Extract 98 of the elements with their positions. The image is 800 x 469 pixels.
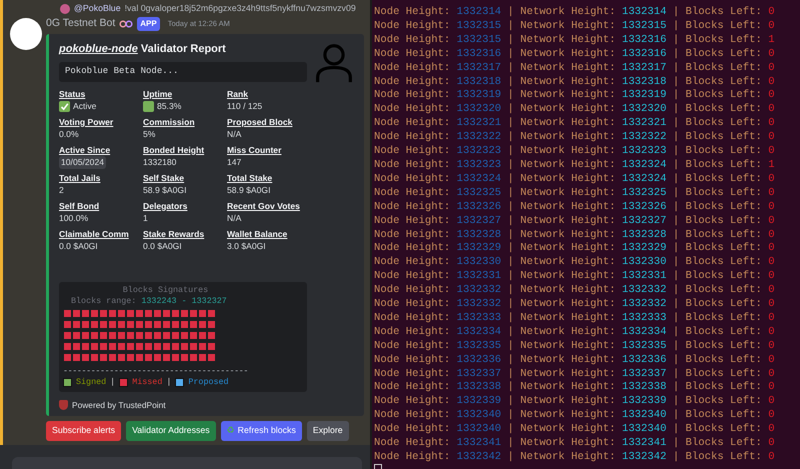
field-value: 100.0% [59, 212, 88, 226]
field-label: Commission [143, 116, 196, 128]
terminal-line: Node Height: 1332317 | Network Height: 1332317 | Blocks Left: 0 [374, 62, 776, 76]
action-button[interactable]: ♻ Refresh blocks [220, 421, 302, 441]
field-value: 147 [227, 156, 242, 170]
terminal-line: Node Height: 1332318 | Network Height: 1332318 | Blocks Left: 0 [374, 76, 776, 89]
square-icon [143, 101, 154, 112]
field-label: Miss Counter [227, 144, 282, 156]
terminal-line: Node Height: 1332332 | Network Height: 1332332 | Blocks Left: 0 [374, 298, 776, 312]
field-value: 0.0% [59, 128, 79, 142]
terminal-line: Node Height: 1332319 | Network Height: 1332319 | Blocks Left: 0 [374, 89, 776, 103]
terminal-line: Node Height: 1332336 | Network Height: 1332336 | Blocks Left: 0 [374, 354, 776, 368]
terminal-line: Node Height: 1332331 | Network Height: 1332331 | Blocks Left: 0 [374, 270, 776, 284]
field-label: Bonded Height [143, 144, 206, 156]
field-label: Active Since [59, 144, 112, 156]
action-button[interactable]: Validator Addresses [126, 421, 216, 441]
field-value: 0.0 $A0GI [143, 240, 182, 254]
author-name[interactable]: 0G Testnet Bot [46, 16, 116, 32]
terminal-line: Node Height: 1332323 | Network Height: 1332323 | Blocks Left: 0 [374, 145, 776, 159]
terminal-line: Node Height: 1332334 | Network Height: 1332334 | Blocks Left: 0 [374, 326, 776, 340]
field-label: Rank [227, 88, 250, 100]
field-label: Wallet Balance [227, 228, 288, 240]
field-value: N/A [227, 128, 242, 142]
field-label: Status [59, 88, 86, 100]
field-label: Claimable Comm [59, 228, 130, 240]
terminal-line: Node Height: 1332315 | Network Height: 1332316 | Blocks Left: 1 [374, 34, 776, 48]
signatures-title: Blocks Signatures [122, 284, 210, 296]
terminal-line: Node Height: 1332323 | Network Height: 1332324 | Blocks Left: 1 [374, 158, 776, 173]
field-value: 1332180 [143, 156, 176, 170]
terminal-line: Node Height: 1332326 | Network Height: 1332326 | Blocks Left: 0 [374, 200, 776, 215]
action-button[interactable]: Subscribe alerts [46, 421, 122, 441]
avatar-icon[interactable] [10, 18, 42, 50]
terminal-line: Node Height: 1332321 | Network Height: 1332321 | Blocks Left: 0 [374, 117, 776, 131]
terminal-line: Node Height: 1332341 | Network Height: 1332341 | Blocks Left: 0 [374, 437, 776, 451]
field-label: Self Stake [143, 172, 186, 184]
terminal-line: Node Height: 1332320 | Network Height: 1332320 | Blocks Left: 0 [374, 103, 776, 117]
field-value: 0.0 $A0GI [59, 240, 98, 254]
person-icon [314, 42, 354, 83]
field-label: Total Stake [227, 172, 274, 184]
field-value: 2 [59, 184, 64, 198]
recycle-icon: ♻ [226, 425, 235, 436]
terminal-line: Node Height: 1332328 | Network Height: 1332328 | Blocks Left: 0 [374, 228, 776, 242]
field-label: Total Jails [59, 172, 102, 184]
terminal-line: Node Height: 1332340 | Network Height: 1332340 | Blocks Left: 0 [374, 409, 776, 423]
terminal-line: Node Height: 1332322 | Network Height: 1332322 | Blocks Left: 0 [374, 131, 776, 145]
terminal-line: Node Height: 1332329 | Network Height: 1332329 | Blocks Left: 0 [374, 242, 776, 256]
field-value: 58.9 $A0GI [227, 184, 270, 198]
terminal-line: Node Height: 1332339 | Network Height: 1332339 | Blocks Left: 0 [374, 395, 776, 409]
field-label: Recent Gov Votes [227, 200, 301, 212]
shield-icon [59, 400, 68, 410]
terminal-line: Node Height: 1332333 | Network Height: 1332333 | Blocks Left: 0 [374, 312, 776, 326]
reply-author[interactable]: @PokoBlue [74, 2, 121, 16]
terminal-line: Node Height: 1332338 | Network Height: 1332338 | Blocks Left: 0 [374, 381, 776, 395]
terminal-line: Node Height: 1332337 | Network Height: 1332337 | Blocks Left: 0 [374, 368, 776, 381]
terminal-line: Node Height: 1332316 | Network Height: 1332316 | Blocks Left: 0 [374, 48, 776, 62]
field-value: 58.9 $A0GI [143, 184, 186, 198]
avatar-icon [60, 4, 70, 14]
date-value: 10/05/2024 [59, 156, 106, 170]
reply-text: !val 0gvaloper18j52m6pgzxe3z4h9ttsf5nykffnu7wzsmvzv09 [124, 2, 356, 16]
field-value: N/A [227, 212, 242, 226]
blocks-range: Blocks range: 1332243 - 1332327 [70, 296, 228, 307]
field-label: Stake Rewards [143, 228, 206, 240]
field-label: Proposed Block [227, 116, 294, 128]
action-button[interactable]: Explore [306, 421, 349, 441]
terminal-line: Node Height: 1332324 | Network Height: 1332324 | Blocks Left: 0 [374, 172, 776, 187]
app-tag: APP [137, 16, 160, 31]
dashed-divider: ---------------------------------------- [63, 366, 250, 377]
field-label: Self Bond [59, 200, 100, 212]
checkmark-icon [59, 101, 70, 112]
terminal-line: Node Height: 1332330 | Network Height: 1332330 | Blocks Left: 0 [374, 256, 776, 270]
terminal-line: Node Height: 1332325 | Network Height: 1332325 | Blocks Left: 0 [374, 186, 776, 201]
terminal-line: Node Height: 1332315 | Network Height: 1332315 | Blocks Left: 0 [374, 20, 776, 34]
field-value: 3.0 $A0GI [227, 240, 266, 254]
legend-label: Missed [132, 376, 162, 388]
field-value: 110 / 125 [227, 100, 262, 114]
field-label: Voting Power [59, 116, 114, 128]
embed-title: pokoblue-node Validator Report [59, 42, 227, 57]
terminal-line: Node Height: 1332342 | Network Height: 1332342 | Blocks Left: 0 [374, 451, 776, 465]
infinity-icon [119, 20, 134, 28]
field-value: 5% [143, 128, 156, 142]
terminal-line: Node Height: 1332327 | Network Height: 1332327 | Blocks Left: 0 [374, 214, 776, 228]
footer-text: Powered by TrustedPoint [72, 398, 166, 412]
cursor-icon [374, 464, 382, 469]
terminal-line: Node Height: 1332340 | Network Height: 1332340 | Blocks Left: 0 [374, 423, 776, 437]
legend-separator: | [166, 376, 172, 388]
terminal-line: Node Height: 1332314 | Network Height: 1332314 | Blocks Left: 0 [374, 6, 776, 20]
legend-label: Proposed [188, 376, 229, 388]
field-label: Delegators [143, 200, 188, 212]
terminal-line: Node Height: 1332335 | Network Height: 1332335 | Blocks Left: 0 [374, 340, 776, 354]
field-value: 1 [143, 212, 148, 226]
field-label: Uptime [143, 88, 174, 100]
field-value: 85.3% [157, 100, 182, 114]
legend-separator: | [110, 376, 116, 388]
code-block: Pokoblue Beta Node... [59, 62, 307, 82]
legend-label: Signed [76, 376, 106, 388]
title-link[interactable]: pokoblue-node [59, 42, 138, 55]
terminal-line: Node Height: 1332332 | Network Height: 1332332 | Blocks Left: 0 [374, 284, 776, 298]
field-value: Active [73, 100, 96, 114]
